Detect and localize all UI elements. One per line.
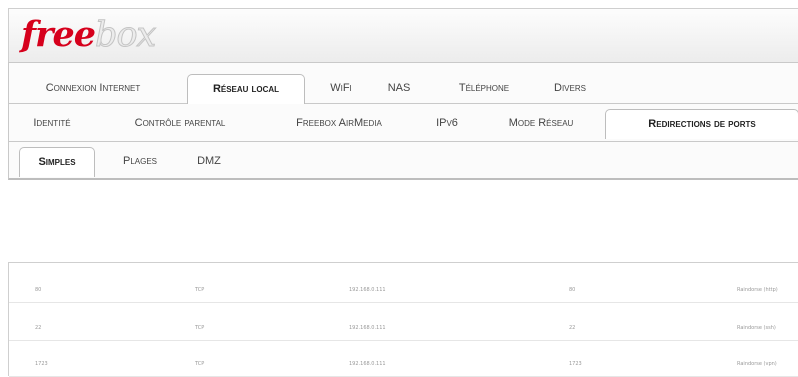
tab-mode-reseau[interactable]: Mode Réseau (489, 109, 593, 138)
app-header: freebox (8, 8, 798, 62)
rule-ip: 192.168.0.111 (349, 325, 386, 331)
tab-reseau-local[interactable]: Réseau local (187, 74, 305, 104)
tab-telephone[interactable]: Téléphone (444, 74, 524, 103)
tab-identite[interactable]: Identité (21, 109, 83, 138)
rule-comment: Raindorse (vpn) (737, 361, 777, 367)
tab-nas[interactable]: NAS (379, 74, 419, 103)
tab-controle-parental[interactable]: Contrôle parental (109, 109, 251, 138)
freebox-logo: freebox (21, 14, 157, 56)
rule-comment: Raindorse (http) (737, 287, 778, 293)
rule-dest-port: 22 (569, 325, 576, 331)
port-rule-row[interactable]: 22 TCP 192.168.0.111 22 Raindorse (ssh) (9, 311, 798, 341)
rule-port: 22 (35, 325, 42, 331)
tab-connexion-internet[interactable]: Connexion Internet (21, 74, 165, 103)
local-network-subtabs: Identité Contrôle parental Freebox AirMe… (8, 104, 798, 142)
port-rule-row[interactable]: 1723 TCP 192.168.0.111 1723 Raindorse (v… (9, 347, 798, 377)
tab-wifi[interactable]: WiFi (319, 74, 363, 103)
port-rule-row[interactable]: 80 TCP 192.168.0.111 80 Raindorse (http) (9, 273, 798, 303)
port-rules-table: 80 TCP 192.168.0.111 80 Raindorse (http)… (8, 262, 798, 377)
logo-box-text: box (95, 15, 157, 56)
tab-freebox-airmedia[interactable]: Freebox AirMedia (271, 109, 407, 138)
rule-protocol: TCP (195, 325, 205, 331)
tab-simples[interactable]: Simples (19, 147, 95, 177)
rule-ip: 192.168.0.111 (349, 361, 386, 367)
tab-divers[interactable]: Divers (542, 74, 598, 103)
tab-dmz[interactable]: DMZ (189, 147, 229, 176)
main-tabs: Connexion Internet Réseau local WiFi NAS… (8, 62, 798, 104)
rule-protocol: TCP (195, 287, 205, 293)
rule-protocol: TCP (195, 361, 205, 367)
rule-port: 1723 (35, 361, 48, 367)
rule-dest-port: 1723 (569, 361, 582, 367)
tab-plages[interactable]: Plages (113, 147, 167, 176)
rule-dest-port: 80 (569, 287, 576, 293)
rule-port: 80 (35, 287, 42, 293)
rule-comment: Raindorse (ssh) (737, 325, 776, 331)
tab-redirections-de-ports[interactable]: Redirections de ports (605, 109, 798, 139)
tab-ipv6[interactable]: IPv6 (427, 109, 467, 138)
logo-free-text: free (21, 14, 96, 55)
port-forwarding-subtabs: Simples Plages DMZ (8, 142, 798, 180)
rule-ip: 192.168.0.111 (349, 287, 386, 293)
